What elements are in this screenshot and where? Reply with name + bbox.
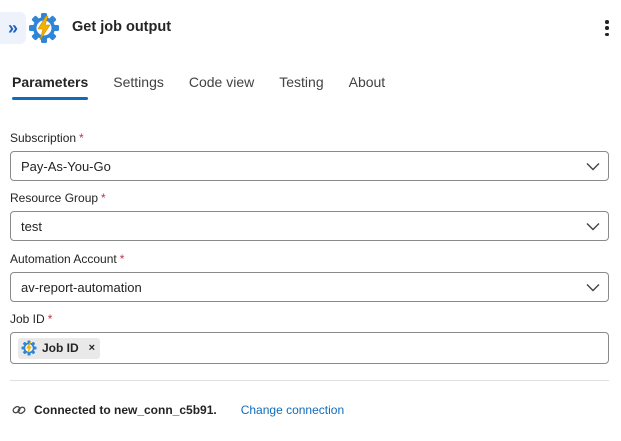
required-marker: * [79, 131, 84, 145]
job-id-input[interactable]: Job ID × [10, 332, 609, 364]
required-marker: * [47, 312, 53, 326]
subscription-value: Pay-As-You-Go [21, 158, 111, 174]
subscription-label: Subscription * [10, 131, 84, 145]
remove-token-icon[interactable]: × [89, 342, 95, 354]
tab-bar: Parameters Settings Code view Testing Ab… [12, 74, 410, 100]
resource-group-label: Resource Group * [10, 191, 106, 205]
job-id-token-label: Job ID [42, 341, 79, 355]
tab-parameters[interactable]: Parameters [12, 74, 89, 100]
chevron-down-icon [578, 222, 608, 231]
automation-account-dropdown[interactable]: av-report-automation [10, 272, 609, 302]
automation-account-label: Automation Account * [10, 252, 125, 266]
connection-status-text: Connected to new_conn_c5b91. [34, 403, 217, 417]
change-connection-link[interactable]: Change connection [241, 403, 344, 417]
link-icon [12, 405, 26, 415]
subscription-dropdown[interactable]: Pay-As-You-Go [10, 151, 609, 181]
tab-testing[interactable]: Testing [279, 74, 323, 100]
job-id-token[interactable]: Job ID × [18, 337, 101, 359]
chevron-down-icon [578, 162, 608, 171]
more-options-button[interactable] [599, 17, 615, 39]
action-panel: » Get job output Parameters Settings Cod… [0, 0, 621, 441]
automation-gear-lightning-icon [29, 13, 59, 43]
job-id-label: Job ID * [10, 312, 53, 326]
connection-footer: Connected to new_conn_c5b91. Change conn… [12, 403, 344, 417]
double-chevron-right-icon: » [7, 17, 18, 38]
tab-settings[interactable]: Settings [113, 74, 164, 100]
divider [10, 380, 609, 381]
collapse-panel-button[interactable]: » [0, 12, 26, 44]
resource-group-value: test [21, 218, 42, 234]
page-title: Get job output [72, 19, 172, 35]
resource-group-dropdown[interactable]: test [10, 211, 609, 241]
required-marker: * [101, 191, 106, 205]
automation-account-value: av-report-automation [21, 279, 142, 295]
automation-gear-lightning-icon [21, 340, 37, 356]
required-marker: * [119, 252, 125, 266]
more-vertical-icon [605, 20, 609, 24]
chevron-down-icon [578, 283, 608, 292]
tab-code-view[interactable]: Code view [189, 74, 254, 100]
tab-about[interactable]: About [349, 74, 386, 100]
